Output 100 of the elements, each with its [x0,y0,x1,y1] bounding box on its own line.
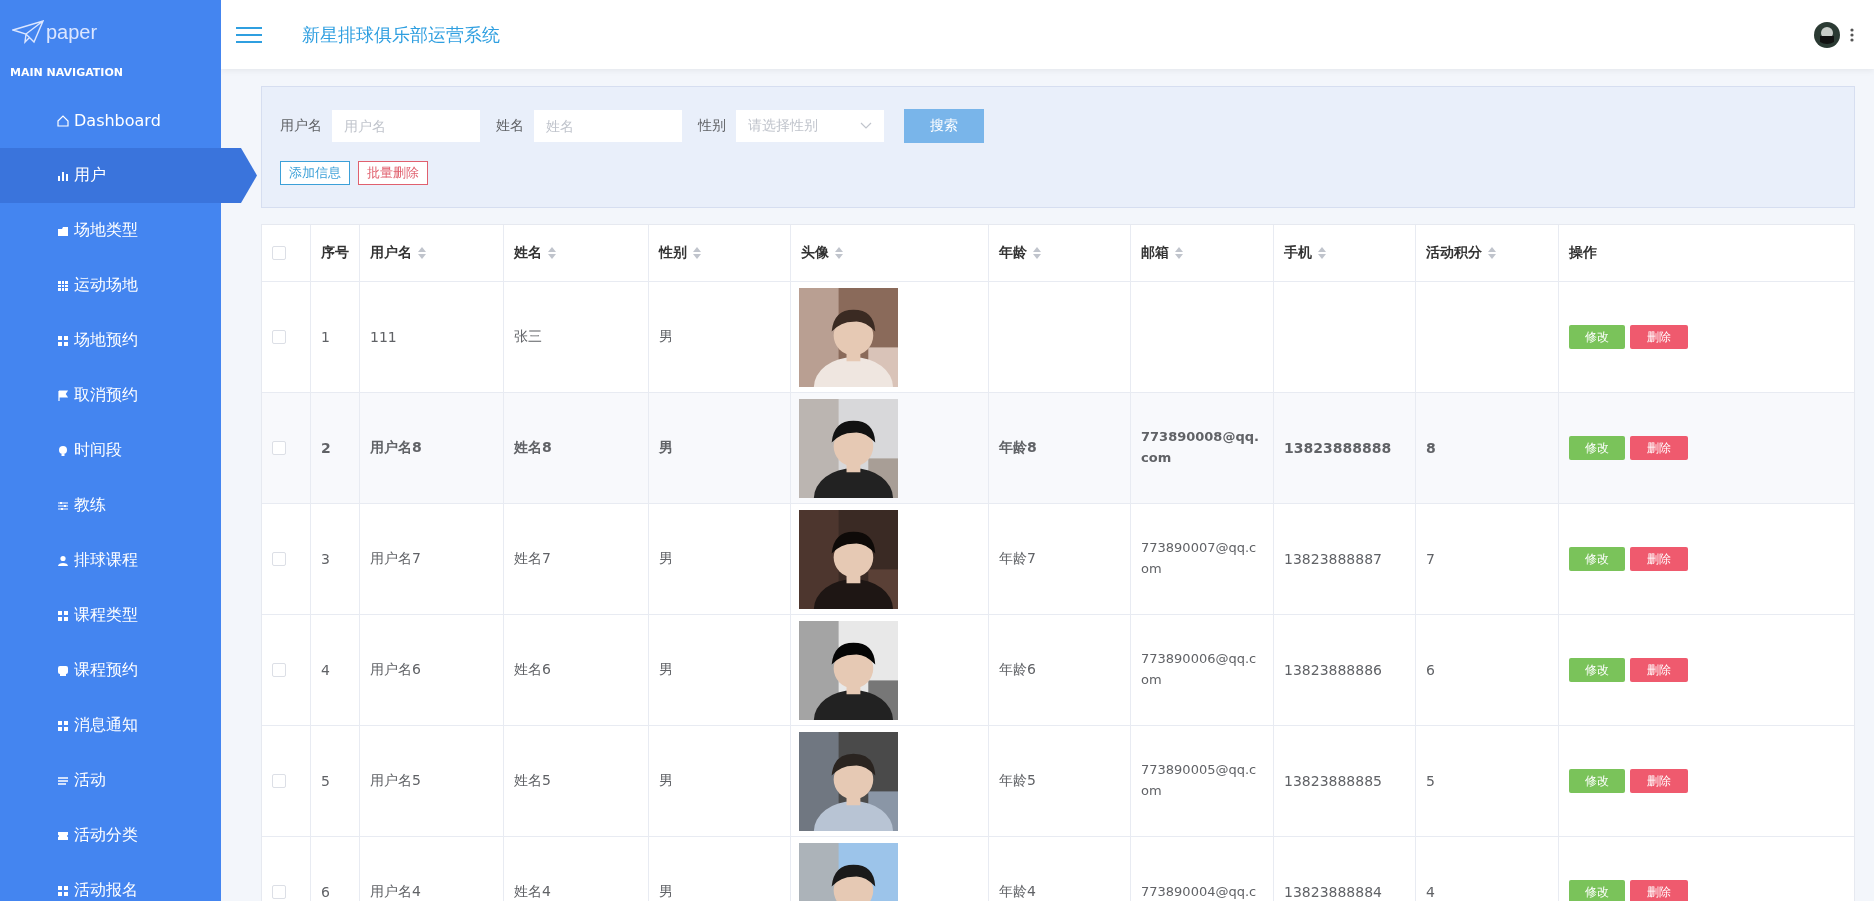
checkbox[interactable] [272,330,286,344]
column-header: 活动积分 [1426,244,1482,262]
column-header: 用户名 [370,244,412,262]
table-cell: 男 [659,772,673,790]
nav-item[interactable]: 场地类型 [0,203,221,258]
table-cell: 1 [321,329,330,345]
delete-button[interactable]: 删除 [1630,880,1688,901]
chat-icon [57,664,69,677]
sort-icon[interactable] [1318,247,1326,259]
table-cell: 13823888884 [1284,884,1382,900]
table-cell: 张三 [514,328,542,346]
nav-item[interactable]: 运动场地 [0,258,221,313]
nav-item[interactable]: 活动 [0,753,221,808]
table-cell: 男 [659,661,673,679]
input-field[interactable]: 用户名 [332,110,480,142]
sort-icon[interactable] [418,247,426,259]
bulb-icon [57,444,69,457]
table-cell: 13823888886 [1284,662,1382,678]
checkbox[interactable] [272,885,286,899]
input-field[interactable]: 姓名 [534,110,682,142]
sort-icon[interactable] [1175,247,1183,259]
grid9-icon [57,279,69,292]
delete-button[interactable]: 删除 [1630,658,1688,682]
sort-icon[interactable] [548,247,556,259]
ticket-icon [57,829,69,842]
table-cell: 年龄4 [999,883,1036,901]
nav-item[interactable]: 取消预约 [0,368,221,423]
table-cell: 13823888885 [1284,773,1382,789]
lines-icon [57,774,69,787]
table-cell-text: 773890005@qq.com [1141,761,1258,800]
nav-item[interactable]: Dashboard [0,93,221,148]
select-field[interactable]: 请选择性别 [736,110,884,142]
edit-button[interactable]: 修改 [1569,325,1625,349]
table-cell: 8 [1426,440,1436,456]
table-cell: 2 [321,440,331,456]
sort-icon[interactable] [835,247,843,259]
table-cell: 姓名7 [514,550,551,568]
nav-item[interactable]: 活动分类 [0,808,221,863]
column-header: 操作 [1569,244,1597,262]
delete-button[interactable]: 删除 [1630,547,1688,571]
checkbox[interactable] [272,246,286,260]
checkbox[interactable] [272,774,286,788]
nav-item[interactable]: 活动报名 [0,863,221,901]
flag-icon [57,389,69,402]
nav-item[interactable]: 用户 [0,148,257,203]
delete-button[interactable]: 删除 [1630,436,1688,460]
nav-item[interactable]: 课程预约 [0,643,221,698]
table-cell: 年龄6 [999,661,1036,679]
table-cell: 姓名5 [514,772,551,790]
more-icon[interactable] [1850,27,1854,42]
nav-item[interactable]: 场地预约 [0,313,221,368]
table-cell: 4 [321,662,330,678]
checkbox[interactable] [272,441,286,455]
avatar-icon[interactable] [1814,21,1840,48]
home-icon [57,114,69,127]
chevron-down-icon [860,122,872,130]
table-cell: 3 [321,551,330,567]
table-cell: 姓名4 [514,883,551,901]
column-header: 姓名 [514,244,542,262]
sort-icon[interactable] [693,247,701,259]
sort-icon[interactable] [1488,247,1496,259]
sliders-icon [57,499,69,512]
nav-item[interactable]: 教练 [0,478,221,533]
checkbox[interactable] [272,552,286,566]
table-cell: 4 [1426,884,1435,900]
table-cell-text: 773890007@qq.com [1141,539,1258,578]
table-cell: 男 [659,328,673,346]
grid4-icon [57,334,69,347]
delete-button[interactable]: 删除 [1630,769,1688,793]
table-cell-text: 773890008@qq.com [1141,428,1260,467]
batch-delete-button[interactable]: 批量删除 [358,161,428,185]
paper-plane-icon [12,20,44,44]
table-cell: 男 [659,550,673,568]
folder-icon [57,224,69,237]
table-cell: 男 [659,883,673,901]
delete-button[interactable]: 删除 [1630,325,1688,349]
table-cell: 6 [321,884,330,900]
edit-button[interactable]: 修改 [1569,436,1625,460]
section-heading: MAIN NAVIGATION [9,65,124,81]
table-cell: 13823888887 [1284,551,1382,567]
edit-button[interactable]: 修改 [1569,658,1625,682]
column-header: 头像 [801,244,829,262]
checkbox[interactable] [272,663,286,677]
table-cell: 用户名7 [370,550,421,568]
nav-item[interactable]: 课程类型 [0,588,221,643]
add-button[interactable]: 添加信息 [280,161,350,185]
menu-icon[interactable] [236,25,262,44]
edit-button[interactable]: 修改 [1569,769,1625,793]
search-button[interactable]: 搜索 [904,109,984,143]
field-label: 姓名 [496,117,524,135]
sort-icon[interactable] [1033,247,1041,259]
table-cell: 111 [370,329,397,345]
table-cell: 用户名4 [370,883,421,901]
nav-item[interactable]: 消息通知 [0,698,221,753]
nav-item[interactable]: 时间段 [0,423,221,478]
column-header: 序号 [321,244,349,262]
edit-button[interactable]: 修改 [1569,547,1625,571]
logo-text: paper [46,20,98,44]
edit-button[interactable]: 修改 [1569,880,1625,901]
nav-item[interactable]: 排球课程 [0,533,221,588]
